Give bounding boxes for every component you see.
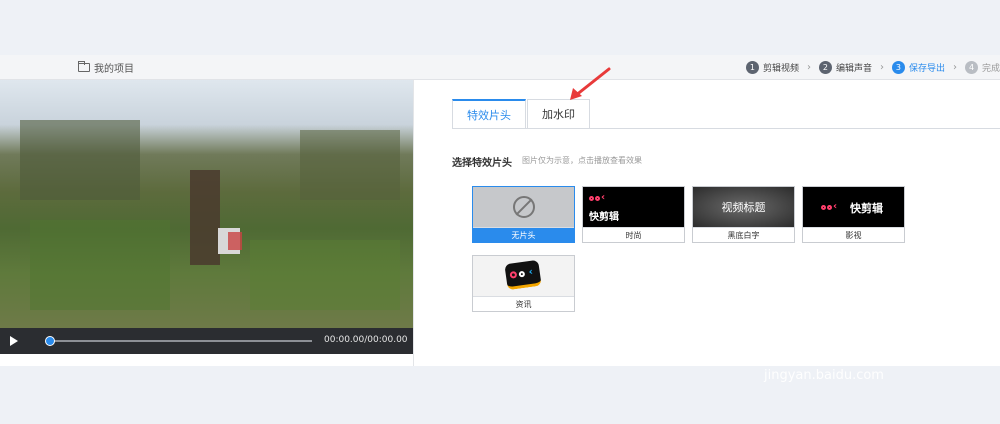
chevron-right-icon: › <box>879 62 884 73</box>
intro-card-none[interactable]: 无片头 <box>472 186 575 243</box>
step-3-label: 保存导出 <box>908 64 945 74</box>
news-logo-icon: ‹ <box>504 259 542 291</box>
intro-card-black-white[interactable]: 视频标题 黑底白字 <box>692 186 795 243</box>
step-2-label: 编辑声音 <box>835 64 872 74</box>
section-title: 选择特效片头 <box>452 158 512 169</box>
chevron-right-icon: › <box>952 62 957 73</box>
step-1[interactable]: 1 剪辑视频 <box>745 61 799 74</box>
preview-pixel-block <box>20 120 140 200</box>
intro-title-text: 视频标题 <box>721 201 766 214</box>
step-4[interactable]: 4 完成 <box>964 61 1000 74</box>
preview-pixel-block <box>30 220 170 310</box>
step-4-label: 完成 <box>981 64 1000 74</box>
preview-pixel-block <box>228 232 242 250</box>
step-indicator: 1 剪辑视频 › 2 编辑声音 › 3 保存导出 › 4 完成 <box>745 55 1000 80</box>
chevron-right-icon: › <box>806 62 811 73</box>
preview-pixel-block <box>300 130 400 200</box>
intro-caption: 影视 <box>803 227 904 242</box>
intro-thumb: 视频标题 <box>693 187 794 227</box>
tab-divider <box>452 128 1000 129</box>
video-preview[interactable] <box>0 80 413 328</box>
step-2-number: 2 <box>818 61 832 74</box>
intro-thumb: ‹ 快剪辑 <box>583 187 684 227</box>
intro-card-film[interactable]: ‹ 快剪辑 影视 <box>802 186 905 243</box>
baidu-watermark: Bai du 经验 jingyan.baidu.com <box>740 316 960 400</box>
intro-logo-text: 快剪辑 <box>850 202 883 215</box>
intro-logo-text: 快剪辑 <box>589 212 619 223</box>
tab-intro-effects[interactable]: 特效片头 <box>452 99 526 128</box>
intro-thumb: ‹ 快剪辑 <box>803 187 904 227</box>
watermark-url: jingyan.baidu.com <box>764 368 884 383</box>
time-readout: 00:00.00/00:00.00 <box>324 335 408 345</box>
folder-icon <box>78 61 90 72</box>
step-2[interactable]: 2 编辑声音 <box>818 61 872 74</box>
intro-caption: 黑底白字 <box>693 227 794 242</box>
kuaijianji-logo-icon: ‹ <box>821 202 837 212</box>
intro-caption: 无片头 <box>473 227 574 242</box>
no-entry-icon <box>513 196 535 218</box>
section-hint: 图片仅为示意，点击播放查看效果 <box>522 156 642 165</box>
project-button[interactable]: 我的项目 <box>78 60 134 75</box>
intro-thumb: ‹ <box>473 256 574 296</box>
top-bar: 我的项目 1 剪辑视频 › 2 编辑声音 › 3 保存导出 › 4 完成 <box>0 55 1000 80</box>
step-3-number: 3 <box>891 61 905 74</box>
project-label: 我的项目 <box>94 64 134 75</box>
step-3[interactable]: 3 保存导出 <box>891 61 945 74</box>
seek-handle[interactable] <box>45 336 55 346</box>
player-controls: 00:00.00/00:00.00 <box>0 328 413 354</box>
intro-caption: 资讯 <box>473 296 574 311</box>
watermark-brand: Bai du 经验 <box>762 328 960 366</box>
kuaijianji-logo-icon: ‹ <box>589 193 605 203</box>
tab-bar: 特效片头 加水印 <box>452 99 591 128</box>
seek-bar[interactable] <box>50 340 312 342</box>
intro-card-news[interactable]: ‹ 资讯 <box>472 255 575 312</box>
tab-add-watermark[interactable]: 加水印 <box>527 99 590 128</box>
play-icon[interactable] <box>10 336 18 346</box>
preview-pixel-block <box>250 240 400 310</box>
step-4-number: 4 <box>964 61 978 74</box>
step-1-number: 1 <box>745 61 759 74</box>
intro-thumb <box>473 187 574 227</box>
intro-card-fashion[interactable]: ‹ 快剪辑 时尚 <box>582 186 685 243</box>
annotation-arrow-icon <box>570 67 611 100</box>
intro-caption: 时尚 <box>583 227 684 242</box>
step-1-label: 剪辑视频 <box>762 64 799 74</box>
preview-pixel-block <box>190 170 220 265</box>
